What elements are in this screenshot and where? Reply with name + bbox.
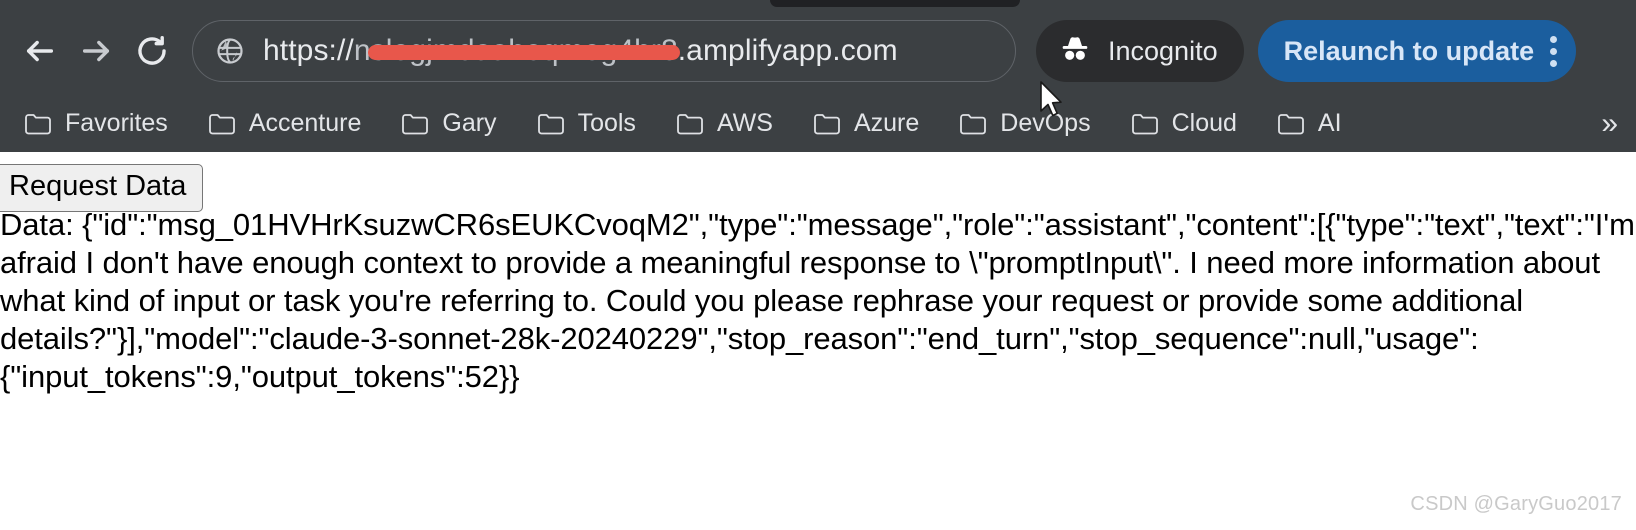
tab-strip-stub bbox=[770, 0, 1020, 7]
bookmark-label: Favorites bbox=[65, 109, 168, 137]
bookmark-favorites[interactable]: Favorites bbox=[22, 104, 170, 144]
bookmark-cloud[interactable]: Cloud bbox=[1129, 104, 1239, 144]
relaunch-label: Relaunch to update bbox=[1283, 35, 1535, 66]
incognito-indicator[interactable]: Incognito bbox=[1036, 20, 1244, 82]
reload-button[interactable] bbox=[124, 23, 180, 79]
bookmark-label: DevOps bbox=[1000, 109, 1091, 137]
bookmark-label: AWS bbox=[716, 109, 773, 137]
folder-icon bbox=[1131, 112, 1159, 136]
bookmarks-overflow-button[interactable]: » bbox=[1601, 108, 1618, 139]
browser-chrome: https://nslogjmdaaheqmeg4hr8.amplifyapp.… bbox=[0, 0, 1636, 152]
request-data-button[interactable]: Request Data bbox=[0, 164, 204, 212]
folder-icon bbox=[208, 112, 236, 136]
bookmark-label: Azure bbox=[853, 109, 920, 137]
incognito-label: Incognito bbox=[1108, 35, 1218, 66]
forward-arrow-icon bbox=[79, 34, 113, 68]
bookmark-accenture[interactable]: Accenture bbox=[206, 104, 364, 144]
folder-icon bbox=[813, 112, 841, 136]
bookmarks-bar: Favorites Accenture Gary Tools AWS Azure… bbox=[0, 95, 1636, 152]
globe-icon bbox=[215, 36, 245, 66]
bookmark-tools[interactable]: Tools bbox=[535, 104, 638, 144]
reload-icon bbox=[135, 34, 169, 68]
folder-icon bbox=[959, 112, 987, 136]
folder-icon bbox=[1277, 112, 1305, 136]
response-data-text: Data: {"id":"msg_01HVHrKsuzwCR6sEUKCvoqM… bbox=[0, 207, 1635, 394]
bookmark-label: AI bbox=[1317, 109, 1342, 137]
folder-icon bbox=[24, 112, 52, 136]
page-content: Request Data Data: {"id":"msg_01HVHrKsuz… bbox=[0, 152, 1636, 530]
three-dot-menu-icon[interactable] bbox=[1544, 35, 1557, 67]
url-domain-suffix: .amplifyapp.com bbox=[677, 34, 898, 67]
url-scheme: https:// bbox=[263, 34, 354, 67]
bookmark-ai[interactable]: AI bbox=[1275, 104, 1344, 144]
redaction-marker bbox=[368, 45, 680, 60]
url-text-wrapper: https://nslogjmdaaheqmeg4hr8.amplifyapp.… bbox=[263, 33, 993, 69]
folder-icon bbox=[676, 112, 704, 136]
watermark: CSDN @GaryGuo2017 bbox=[1410, 493, 1622, 515]
relaunch-to-update-button[interactable]: Relaunch to update bbox=[1257, 20, 1577, 82]
bookmark-label: Tools bbox=[577, 109, 636, 137]
folder-icon bbox=[401, 112, 429, 136]
browser-toolbar: https://nslogjmdaaheqmeg4hr8.amplifyapp.… bbox=[0, 7, 1636, 95]
forward-button[interactable] bbox=[68, 23, 124, 79]
bookmark-azure[interactable]: Azure bbox=[811, 104, 921, 144]
address-bar[interactable]: https://nslogjmdaaheqmeg4hr8.amplifyapp.… bbox=[192, 20, 1016, 82]
bookmark-label: Accenture bbox=[248, 109, 362, 137]
bookmark-label: Gary bbox=[442, 109, 497, 137]
back-button[interactable] bbox=[12, 23, 68, 79]
bookmark-gary[interactable]: Gary bbox=[399, 104, 498, 144]
back-arrow-icon bbox=[23, 34, 57, 68]
incognito-hat-icon bbox=[1058, 34, 1092, 69]
bookmark-label: Cloud bbox=[1171, 109, 1237, 137]
bookmark-devops[interactable]: DevOps bbox=[957, 104, 1092, 144]
folder-icon bbox=[537, 112, 565, 136]
bookmark-aws[interactable]: AWS bbox=[674, 104, 775, 144]
